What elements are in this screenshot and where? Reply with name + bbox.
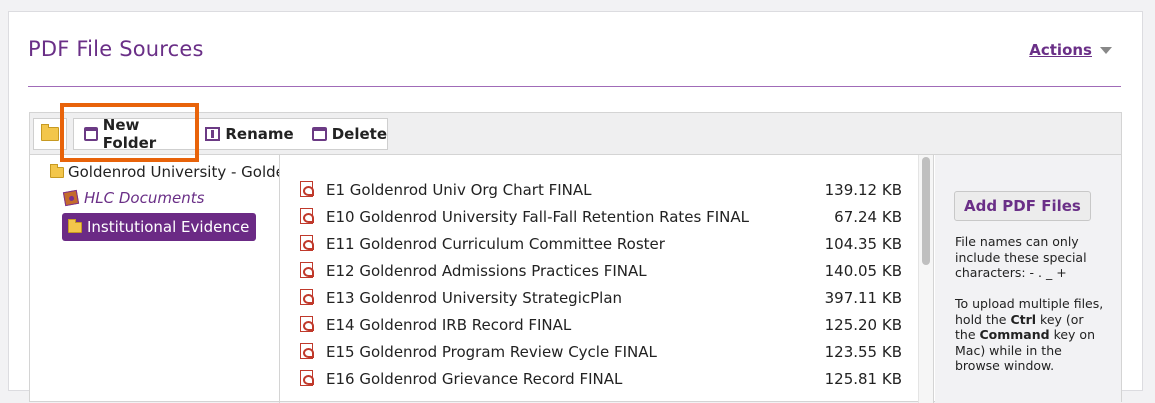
file-row[interactable]: E16 Goldenrod Grievance Record FINAL 125… <box>288 365 918 392</box>
file-name: E16 Goldenrod Grievance Record FINAL <box>326 369 623 388</box>
delete-icon <box>311 127 327 141</box>
file-name: E14 Goldenrod IRB Record FINAL <box>326 315 572 334</box>
tree-item-institutional-evidence[interactable]: Institutional Evidence <box>62 213 257 241</box>
file-name: E1 Goldenrod Univ Org Chart FINAL <box>326 180 592 199</box>
tree-item-label: HLC Documents <box>84 189 205 207</box>
caret-down-icon[interactable] <box>1100 46 1112 54</box>
file-size: 397.11 KB <box>824 288 902 307</box>
tree-root-item[interactable]: Goldenrod University - Golde <box>50 163 280 181</box>
command-key-label: Command <box>979 327 1050 342</box>
file-name: E13 Goldenrod University StrategicPlan <box>326 288 623 307</box>
delete-label: Delete <box>331 125 387 143</box>
new-folder-icon <box>84 127 98 141</box>
file-name: E11 Goldenrod Curriculum Committee Roste… <box>326 234 665 253</box>
title-divider <box>28 86 1121 87</box>
new-folder-button[interactable]: New Folder <box>84 116 187 152</box>
file-name: E10 Goldenrod University Fall-Fall Reten… <box>326 207 749 226</box>
file-list: E1 Goldenrod Univ Org Chart FINAL 139.12… <box>288 155 918 403</box>
folder-icon <box>41 124 59 141</box>
file-size: 125.20 KB <box>824 315 902 334</box>
file-size: 139.12 KB <box>824 180 902 199</box>
file-manager-panel: New Folder Rename Delete Goldenrod Unive… <box>29 112 1122 403</box>
folder-toggle-button[interactable] <box>33 118 67 150</box>
tree-item-hlc-documents[interactable]: HLC Documents <box>62 189 205 207</box>
file-row[interactable]: E10 Goldenrod University Fall-Fall Reten… <box>288 203 918 230</box>
file-size: 104.35 KB <box>824 234 902 253</box>
pdf-file-icon <box>300 343 314 359</box>
add-pdf-files-button[interactable]: Add PDF Files <box>954 191 1091 221</box>
file-size: 123.55 KB <box>824 342 902 361</box>
file-size: 125.81 KB <box>824 369 902 388</box>
page-title: PDF File Sources <box>28 37 204 61</box>
pdf-file-icon <box>300 181 314 197</box>
new-folder-label: New Folder <box>102 116 157 152</box>
folder-icon <box>68 218 82 233</box>
file-size: 67.24 KB <box>834 207 902 226</box>
file-row[interactable]: E11 Goldenrod Curriculum Committee Roste… <box>288 230 918 257</box>
ctrl-key-label: Ctrl <box>1010 311 1037 327</box>
folder-tree: Goldenrod University - Golde HLC Documen… <box>30 155 280 403</box>
file-row[interactable]: E13 Goldenrod University StrategicPlan 3… <box>288 284 918 311</box>
toolbar-button-group: New Folder Rename Delete <box>73 116 388 152</box>
rename-button[interactable]: Rename <box>205 125 294 143</box>
card-content: PDF File Sources Actions New Folder Rena… <box>8 11 1143 403</box>
file-name: E15 Goldenrod Program Review Cycle FINAL <box>326 342 657 361</box>
pdf-file-icon <box>300 316 314 332</box>
rename-label: Rename <box>225 125 294 143</box>
file-row[interactable]: E15 Goldenrod Program Review Cycle FINAL… <box>288 338 918 365</box>
folder-icon <box>50 163 64 178</box>
tree-root-label: Goldenrod University - Golde <box>68 163 280 181</box>
actions-menu[interactable]: Actions <box>1029 41 1112 59</box>
pdf-file-icon <box>300 235 314 251</box>
file-size: 140.05 KB <box>824 261 902 280</box>
file-name-rules-note: File names can only include these specia… <box>955 234 1087 280</box>
upload-side-panel: Add PDF Files File names can only includ… <box>935 155 1121 403</box>
rename-icon <box>205 127 221 141</box>
tree-item-label: Institutional Evidence <box>87 218 250 236</box>
file-row[interactable]: E14 Goldenrod IRB Record FINAL 125.20 KB <box>288 311 918 338</box>
scrollbar-thumb[interactable] <box>922 157 930 265</box>
pdf-file-icon <box>300 370 314 386</box>
file-row[interactable]: E1 Goldenrod Univ Org Chart FINAL 139.12… <box>288 176 918 203</box>
multi-upload-note: To upload multiple files, hold the Ctrl … <box>955 296 1105 374</box>
file-name: E12 Goldenrod Admissions Practices FINAL <box>326 261 647 280</box>
pdf-file-icon <box>300 289 314 305</box>
toolbar: New Folder Rename Delete <box>30 113 1121 155</box>
pdf-file-icon <box>300 208 314 224</box>
pdf-file-icon <box>300 262 314 278</box>
file-list-scrollbar[interactable] <box>918 155 934 403</box>
file-row[interactable]: E12 Goldenrod Admissions Practices FINAL… <box>288 257 918 284</box>
delete-button[interactable]: Delete <box>311 125 387 143</box>
actions-label[interactable]: Actions <box>1029 41 1092 59</box>
hlc-documents-icon <box>62 189 80 207</box>
